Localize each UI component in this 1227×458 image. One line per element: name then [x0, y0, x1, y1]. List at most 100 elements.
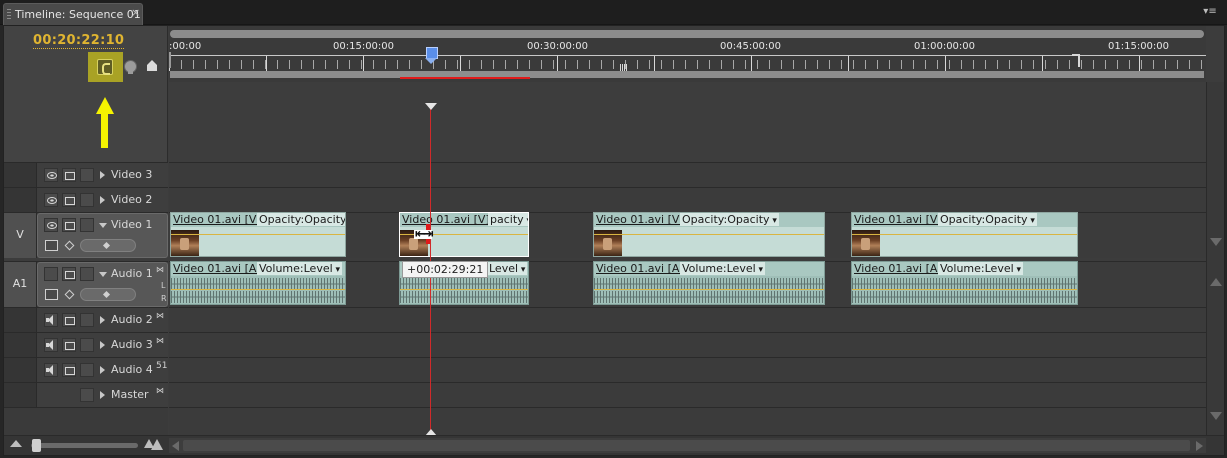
waveform-right [594, 291, 824, 303]
audio-clip[interactable]: Video 01.avi [A] Volume:Level [170, 261, 346, 305]
display-style-icon[interactable] [45, 240, 58, 251]
viewing-area-bar[interactable] [170, 30, 1204, 38]
sync-lock-icon[interactable] [62, 168, 76, 182]
collapse-triangle-icon[interactable] [100, 316, 105, 324]
speaker-icon[interactable] [44, 363, 58, 377]
source-slot [4, 383, 37, 407]
track-name: Audio 4 [111, 363, 153, 376]
current-timecode[interactable]: 00:20:22:10 [33, 33, 125, 49]
set-keyframe-icon[interactable] [146, 60, 157, 73]
volume-rubber-band[interactable] [594, 289, 824, 290]
volume-rubber-band[interactable] [400, 289, 528, 290]
track-lock-toggle[interactable] [80, 267, 94, 281]
clip-effect-menu[interactable]: Opacity:Opacity [680, 213, 779, 226]
clip-effect-menu[interactable]: Volume:Level [257, 262, 343, 275]
clip-effect-menu[interactable]: Opacity:Opacity [257, 213, 345, 226]
horizontal-scrollbar[interactable] [169, 438, 1206, 453]
clip-effect-menu[interactable]: pacity [488, 213, 528, 226]
zoom-slider[interactable] [31, 439, 138, 452]
track-lock-toggle[interactable] [80, 338, 94, 352]
clip-effect-menu[interactable]: Volume:Level [680, 262, 766, 275]
scroll-down-icon[interactable] [1210, 238, 1222, 246]
source-track-v[interactable]: V [4, 213, 37, 258]
eye-icon[interactable] [44, 168, 58, 182]
clip-name: Video 01.avi [V] [173, 213, 261, 226]
opacity-rubber-band[interactable] [171, 234, 345, 235]
horizontal-scroll-thumb[interactable] [183, 440, 1190, 451]
expand-triangle-icon[interactable] [99, 223, 107, 228]
display-style-icon[interactable] [45, 289, 58, 300]
keyframe-navigator[interactable] [80, 288, 136, 301]
sync-lock-icon[interactable] [62, 218, 76, 232]
volume-rubber-band[interactable] [171, 289, 345, 290]
collapse-triangle-icon[interactable] [100, 391, 105, 399]
out-point-marker[interactable] [1072, 54, 1080, 67]
speaker-icon[interactable] [44, 338, 58, 352]
zoom-out-icon[interactable] [10, 440, 22, 449]
clip-effect-menu[interactable]: Volume:Level [938, 262, 1024, 275]
eye-icon[interactable] [44, 193, 58, 207]
playhead-icon[interactable] [425, 47, 439, 64]
in-point-marker[interactable] [169, 52, 175, 68]
track-lane-audio-3[interactable] [169, 332, 1206, 357]
track-header-video-2: Video 2 [4, 187, 168, 212]
audio-clip[interactable]: Video 01.avi [A] Volume:Level [851, 261, 1078, 305]
scroll-up-icon[interactable] [1210, 278, 1222, 286]
annotation-arrow-shaft [101, 113, 108, 148]
collapse-triangle-icon[interactable] [100, 366, 105, 374]
snap-icon[interactable] [97, 59, 113, 75]
volume-rubber-band[interactable] [852, 289, 1077, 290]
opacity-rubber-band[interactable] [852, 234, 1077, 235]
video-clip[interactable]: Video 01.avi [V] Opacity:Opacity [851, 212, 1078, 257]
track-lock-toggle[interactable] [80, 193, 94, 207]
video-clip[interactable]: Video 01.avi [V] Opacity:Opacity [170, 212, 346, 257]
timeline-header-controls: 00:20:22:10 [4, 26, 168, 162]
source-slot [4, 188, 37, 212]
sync-lock-icon[interactable] [62, 313, 76, 327]
tab-grip-icon[interactable] [7, 9, 11, 21]
expand-triangle-icon[interactable] [99, 272, 107, 277]
track-lock-toggle[interactable] [80, 363, 94, 377]
tab-title: Timeline: Sequence 01 [15, 8, 141, 21]
bowtie-icon: ⋈ [156, 386, 164, 395]
tab-timeline-sequence[interactable]: Timeline: Sequence 01 × [3, 3, 143, 25]
track-output-toggle[interactable] [44, 267, 58, 281]
audio-clip[interactable]: Video 01.avi [A] Volume:Level [593, 261, 825, 305]
track-lane-master[interactable] [169, 382, 1206, 407]
eye-icon[interactable] [44, 218, 58, 232]
clip-effect-menu[interactable]: Opacity:Opacity [938, 213, 1037, 226]
zoom-slider-thumb[interactable] [32, 439, 41, 452]
time-ruler[interactable]: :00:00 00:15:00:00 00:30:00:00 00:45:00:… [169, 26, 1206, 82]
track-lane-audio-2[interactable] [169, 307, 1206, 332]
video-clip[interactable]: Video 01.avi [V] Opacity:Opacity [593, 212, 825, 257]
collapse-triangle-icon[interactable] [100, 171, 105, 179]
source-track-a1[interactable]: A1 [4, 262, 37, 307]
track-lock-toggle[interactable] [80, 313, 94, 327]
keyframe-navigator[interactable] [80, 239, 136, 252]
track-lock-toggle[interactable] [80, 218, 94, 232]
add-marker-icon[interactable] [124, 60, 137, 74]
vertical-scrollbar[interactable] [1206, 82, 1224, 436]
opacity-rubber-band[interactable] [594, 234, 824, 235]
speaker-icon[interactable] [44, 313, 58, 327]
sync-lock-icon[interactable] [62, 338, 76, 352]
scroll-right-icon[interactable] [1196, 441, 1203, 451]
sync-lock-icon[interactable] [62, 363, 76, 377]
work-area-bar[interactable] [170, 71, 1204, 78]
clip-effect-menu[interactable]: Level [487, 262, 528, 275]
track-lock-toggle[interactable] [80, 168, 94, 182]
sync-lock-icon[interactable] [62, 267, 76, 281]
track-lock-toggle[interactable] [80, 388, 94, 402]
zoom-in-icon[interactable] [144, 439, 164, 450]
panel-menu-icon[interactable]: ▾≡ [1201, 6, 1219, 18]
collapse-triangle-icon[interactable] [100, 341, 105, 349]
track-lane-video-2[interactable] [169, 187, 1206, 212]
scroll-down-icon[interactable] [1210, 412, 1222, 420]
sync-lock-icon[interactable] [62, 193, 76, 207]
collapse-triangle-icon[interactable] [100, 196, 105, 204]
track-lane-video-3[interactable] [169, 162, 1206, 187]
track-lane-audio-4[interactable] [169, 357, 1206, 382]
close-icon[interactable]: × [131, 6, 140, 19]
ruler-label: 00:30:00:00 [527, 41, 589, 52]
scroll-left-icon[interactable] [172, 441, 179, 451]
